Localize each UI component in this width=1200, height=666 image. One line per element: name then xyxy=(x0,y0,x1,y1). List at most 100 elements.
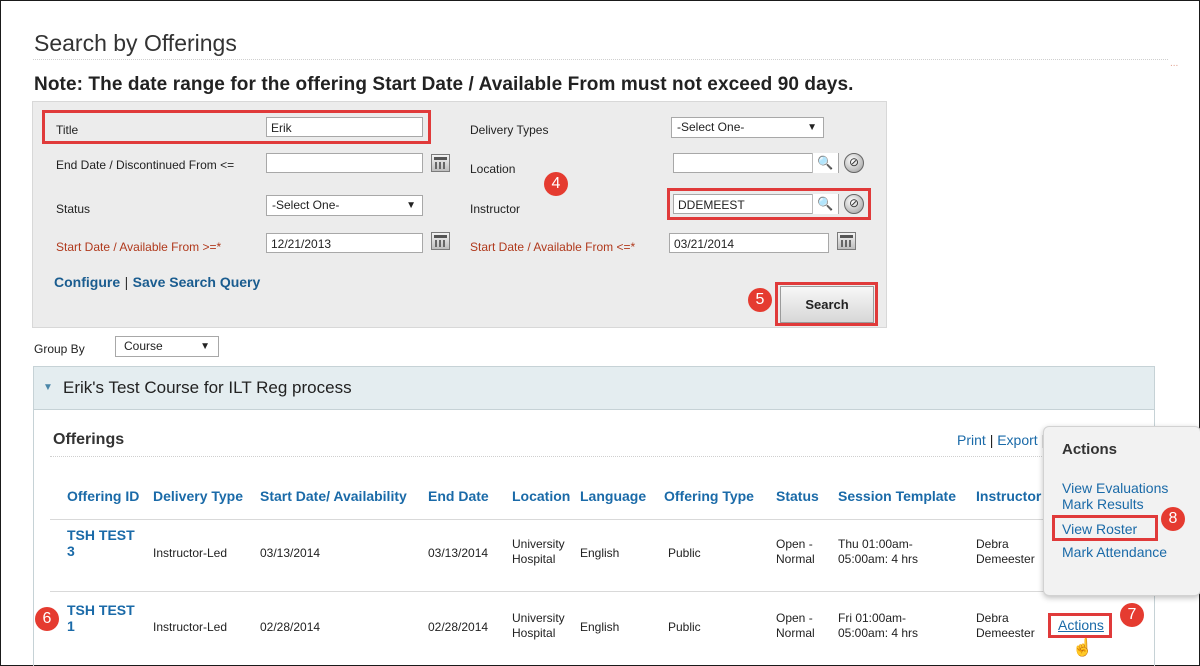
type-cell: Public xyxy=(668,546,701,560)
calendar-icon[interactable] xyxy=(431,232,450,250)
actions-popup-title: Actions xyxy=(1062,441,1118,458)
title-highlight-box xyxy=(42,110,431,144)
offering-id-line: 3 xyxy=(67,543,75,559)
delivery-types-label: Delivery Types xyxy=(470,123,549,137)
status-value: -Select One- xyxy=(272,198,340,212)
status-line: Open - xyxy=(776,537,813,551)
callout-6: 6 xyxy=(35,607,59,631)
session-line: Fri 01:00am- xyxy=(838,611,907,625)
start-to-label: Start Date / Available From <=* xyxy=(470,240,636,254)
callout-5: 5 xyxy=(748,288,772,312)
date-range-note: Note: The date range for the offering St… xyxy=(34,74,854,95)
instructor-line: Demeester xyxy=(976,626,1035,640)
print-link[interactable]: Print xyxy=(957,432,986,448)
instructor-cell: Debra Demeester xyxy=(976,611,1035,641)
course-name: Erik's Test Course for ILT Reg process xyxy=(63,378,352,397)
location-line: Hospital xyxy=(512,626,556,640)
clear-icon[interactable]: ⊘ xyxy=(844,153,864,173)
delivery-types-select[interactable]: -Select One- ▼ xyxy=(671,117,824,138)
col-location[interactable]: Location xyxy=(512,488,570,504)
language-cell: English xyxy=(580,620,620,634)
location-line: University xyxy=(512,611,565,625)
col-end-date[interactable]: End Date xyxy=(428,488,489,504)
offering-id-link[interactable]: TSH TEST 3 xyxy=(67,527,135,559)
menu-item-mark-attendance[interactable]: Mark Attendance xyxy=(1062,544,1167,560)
group-by-label: Group By xyxy=(34,342,85,356)
col-delivery-type[interactable]: Delivery Type xyxy=(153,488,243,504)
status-cell: Open - Normal xyxy=(776,537,815,567)
end-cell: 03/13/2014 xyxy=(428,546,489,560)
col-offering-type[interactable]: Offering Type xyxy=(664,488,754,504)
session-line: 05:00am: 4 hrs xyxy=(838,626,919,640)
status-line: Normal xyxy=(776,626,815,640)
language-cell: English xyxy=(580,546,620,560)
search-highlight-box xyxy=(775,282,878,326)
actions-link[interactable]: Actions xyxy=(1058,617,1104,633)
session-cell: Fri 01:00am- 05:00am: 4 hrs xyxy=(838,611,918,641)
configure-link[interactable]: Configure xyxy=(54,274,120,290)
instructor-line: Debra xyxy=(976,611,1009,625)
magnifier-icon[interactable]: 🔍 xyxy=(812,153,838,173)
instructor-line: Demeester xyxy=(976,552,1035,566)
instructor-cell: Debra Demeester xyxy=(976,537,1035,567)
location-line: University xyxy=(512,537,565,551)
instructor-label: Instructor xyxy=(470,202,521,216)
search-query-links: Configure | Save Search Query xyxy=(54,274,260,292)
menu-item-mark-results[interactable]: Mark Results xyxy=(1062,496,1144,512)
offering-id-link[interactable]: TSH TEST 1 xyxy=(67,602,135,634)
status-select[interactable]: -Select One- ▼ xyxy=(266,195,423,216)
chevron-down-icon: ▼ xyxy=(406,200,416,211)
calendar-icon[interactable] xyxy=(837,232,856,250)
toolbar-separator: | xyxy=(989,432,994,448)
offerings-divider xyxy=(50,456,1050,457)
offering-id-line: TSH TEST xyxy=(67,527,135,543)
start-from-input[interactable]: 12/21/2013 xyxy=(266,233,423,253)
col-language[interactable]: Language xyxy=(580,488,646,504)
start-cell: 03/13/2014 xyxy=(260,546,321,560)
start-to-input[interactable]: 03/21/2014 xyxy=(669,233,829,253)
callout-4: 4 xyxy=(544,172,568,196)
end-cell: 02/28/2014 xyxy=(428,620,489,634)
title-divider xyxy=(33,59,1168,60)
location-line: Hospital xyxy=(512,552,556,566)
delivery-cell: Instructor-Led xyxy=(153,620,228,634)
location-cell: University Hospital xyxy=(512,537,565,567)
view-roster-highlight-box xyxy=(1052,515,1158,541)
status-label: Status xyxy=(56,202,91,216)
link-separator: | xyxy=(124,274,129,290)
end-date-input[interactable] xyxy=(266,153,423,173)
col-session-template[interactable]: Session Template xyxy=(838,488,956,504)
table-row: TSH TEST 3 xyxy=(67,527,135,559)
save-search-query-link[interactable]: Save Search Query xyxy=(133,274,261,290)
chevron-down-icon: ▼ xyxy=(807,122,817,133)
page-title: Search by Offerings xyxy=(34,30,237,56)
location-label: Location xyxy=(470,162,516,176)
group-by-value: Course xyxy=(124,339,163,353)
offerings-heading: Offerings xyxy=(53,431,125,448)
status-line: Open - xyxy=(776,611,813,625)
collapse-arrow-icon[interactable]: ▼ xyxy=(43,382,53,393)
col-instructor[interactable]: Instructor xyxy=(976,488,1041,504)
col-start-date[interactable]: Start Date/ Availability xyxy=(260,488,407,504)
start-from-label: Start Date / Available From >=* xyxy=(56,240,222,254)
status-cell: Open - Normal xyxy=(776,611,815,641)
session-line: Thu 01:00am- xyxy=(838,537,913,551)
offering-id-line: 1 xyxy=(67,618,75,634)
table-row: TSH TEST 1 xyxy=(67,602,135,634)
table-header-rule xyxy=(50,519,1050,520)
calendar-icon[interactable] xyxy=(431,154,450,172)
end-date-label: End Date / Discontinued From <= xyxy=(56,158,235,172)
delivery-cell: Instructor-Led xyxy=(153,546,228,560)
group-by-select[interactable]: Course ▼ xyxy=(115,336,219,357)
status-line: Normal xyxy=(776,552,815,566)
callout-8: 8 xyxy=(1161,507,1185,531)
col-status[interactable]: Status xyxy=(776,488,819,504)
menu-item-view-evaluations[interactable]: View Evaluations xyxy=(1062,480,1168,496)
chevron-down-icon: ▼ xyxy=(200,341,210,352)
delivery-types-value: -Select One- xyxy=(677,120,745,134)
col-offering-id[interactable]: Offering ID xyxy=(67,488,139,504)
export-link[interactable]: Export xyxy=(997,432,1037,448)
row-divider xyxy=(50,591,1050,592)
instructor-line: Debra xyxy=(976,537,1009,551)
offering-id-line: TSH TEST xyxy=(67,602,135,618)
